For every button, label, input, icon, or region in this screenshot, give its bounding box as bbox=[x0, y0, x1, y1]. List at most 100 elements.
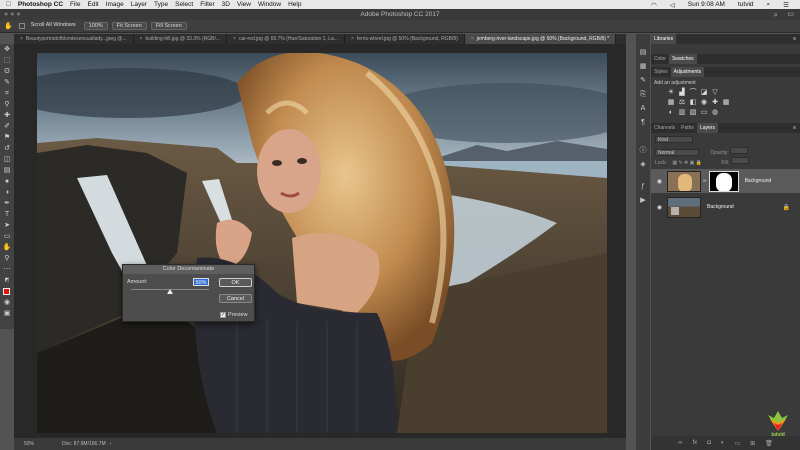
curves-icon[interactable]: ⌒ bbox=[689, 89, 697, 97]
tab-channels[interactable]: Channels bbox=[651, 125, 678, 131]
marquee-tool-icon[interactable]: ⬚ bbox=[2, 56, 12, 65]
fill-input[interactable] bbox=[730, 157, 749, 164]
tab-building-hill[interactable]: × building-hill.jpg @ 33.3% (RGB/... bbox=[134, 34, 228, 44]
new-layer-icon[interactable]: ⊞ bbox=[750, 440, 755, 447]
panel-menu-icon[interactable]: ≡ bbox=[793, 36, 796, 42]
scroll-all-windows-button[interactable]: Scroll All Windows bbox=[27, 22, 80, 30]
menu-filter[interactable]: Filter bbox=[200, 1, 214, 8]
menu-type[interactable]: Type bbox=[154, 1, 168, 8]
eye-icon[interactable]: ◉ bbox=[655, 178, 664, 185]
search-icon[interactable]: ⌕ bbox=[774, 9, 778, 20]
eraser-tool-icon[interactable]: ◫ bbox=[2, 155, 12, 164]
amount-input[interactable]: 50% bbox=[193, 278, 209, 286]
zoom-tool-icon[interactable]: ⚲ bbox=[2, 254, 12, 263]
quick-mask-icon[interactable]: ◉ bbox=[2, 298, 12, 307]
panel-menu-icon[interactable]: ≡ bbox=[793, 125, 796, 131]
spotlight-icon[interactable]: ⌕ bbox=[767, 1, 771, 9]
menu-image[interactable]: Image bbox=[106, 1, 124, 8]
layer-row[interactable]: ◉ ∞ Background bbox=[651, 169, 800, 193]
close-icon[interactable]: × bbox=[351, 34, 354, 44]
close-icon[interactable]: × bbox=[20, 34, 23, 44]
tab-car-red[interactable]: × car-red.jpg @ 66.7% (Hue/Saturation 1, … bbox=[227, 34, 345, 44]
selective-color-icon[interactable]: ◍ bbox=[711, 109, 719, 117]
color-lookup-icon[interactable]: ▦ bbox=[722, 99, 730, 107]
amount-slider-thumb[interactable] bbox=[167, 289, 173, 294]
levels-icon[interactable]: ▟ bbox=[678, 89, 686, 97]
menu-select[interactable]: Select bbox=[175, 1, 193, 8]
foreground-color-swatch[interactable] bbox=[2, 287, 12, 296]
eyedropper-tool-icon[interactable]: ⚲ bbox=[2, 100, 12, 109]
history-panel-icon[interactable]: ▤ bbox=[638, 48, 648, 57]
clone-stamp-tool-icon[interactable]: ⚑ bbox=[2, 133, 12, 142]
photo-filter-icon[interactable]: ◉ bbox=[700, 99, 708, 107]
black-white-icon[interactable]: ◧ bbox=[689, 99, 697, 107]
navigator-panel-icon[interactable]: ◈ bbox=[638, 160, 648, 169]
tab-libraries[interactable]: Libraries bbox=[651, 34, 677, 44]
menu-3d[interactable]: 3D bbox=[222, 1, 230, 8]
zoom-100-button[interactable]: 100% bbox=[83, 22, 108, 30]
ok-button[interactable]: OK bbox=[219, 278, 252, 287]
posterize-icon[interactable]: ▥ bbox=[678, 109, 686, 117]
doc-size[interactable]: Doc: 87.9M/166.7M bbox=[62, 441, 106, 447]
move-tool-icon[interactable]: ✥ bbox=[2, 45, 12, 54]
menu-list-icon[interactable]: ☰ bbox=[783, 1, 789, 9]
brightness-contrast-icon[interactable]: ☀ bbox=[667, 89, 675, 97]
healing-brush-tool-icon[interactable]: ✚ bbox=[2, 111, 12, 120]
menu-window[interactable]: Window bbox=[258, 1, 281, 8]
tab-adjustments[interactable]: Adjustments bbox=[670, 67, 705, 77]
user-name[interactable]: tutvid bbox=[738, 1, 754, 8]
fx-icon[interactable]: fx bbox=[693, 440, 698, 446]
tab-styles[interactable]: Styles bbox=[651, 69, 671, 75]
tab-color[interactable]: Color bbox=[651, 56, 669, 62]
color-balance-icon[interactable]: ⚖ bbox=[678, 99, 686, 107]
tab-jemberg-river-landscape[interactable]: × jemberg-river-landscape.jpg @ 50% (Back… bbox=[464, 34, 617, 44]
image-canvas[interactable] bbox=[37, 53, 607, 433]
clone-source-icon[interactable]: ⎘ bbox=[638, 90, 648, 99]
dialog-title[interactable]: Color Decontaminate bbox=[123, 265, 254, 274]
add-mask-icon[interactable]: ◘ bbox=[707, 440, 711, 446]
vibrance-icon[interactable]: ▽ bbox=[711, 89, 719, 97]
preview-checkbox[interactable]: ✓ bbox=[220, 312, 226, 318]
blur-tool-icon[interactable]: ● bbox=[2, 177, 12, 186]
threshold-icon[interactable]: ▧ bbox=[689, 109, 697, 117]
brush-panel-icon[interactable]: ✎ bbox=[638, 76, 648, 85]
volume-icon[interactable]: ◁ bbox=[670, 1, 675, 9]
link-icon[interactable]: ∞ bbox=[703, 178, 707, 184]
tab-layers[interactable]: Layers bbox=[696, 123, 718, 133]
close-icon[interactable]: × bbox=[471, 34, 474, 44]
menu-view[interactable]: View bbox=[237, 1, 251, 8]
channel-mixer-icon[interactable]: ✚ bbox=[711, 99, 719, 107]
properties-panel-icon[interactable]: ▦ bbox=[638, 62, 648, 71]
apple-icon[interactable]:  bbox=[6, 1, 11, 8]
status-arrow-icon[interactable]: › bbox=[110, 441, 112, 447]
layer-name[interactable]: Background bbox=[745, 178, 772, 184]
type-tool-icon[interactable]: T bbox=[2, 210, 12, 219]
link-layers-icon[interactable]: ∞ bbox=[678, 440, 682, 446]
app-menu[interactable]: Photoshop CC bbox=[18, 1, 63, 8]
character-panel-icon[interactable]: A bbox=[638, 104, 648, 113]
menu-edit[interactable]: Edit bbox=[88, 1, 99, 8]
tab-beauty-portrait[interactable]: × Beautyportraitofblondesensuallady...jpe… bbox=[14, 34, 134, 44]
exposure-icon[interactable]: ◪ bbox=[700, 89, 708, 97]
fit-screen-button[interactable]: Fit Screen bbox=[111, 22, 147, 30]
actions-panel-icon[interactable]: ▶ bbox=[638, 196, 648, 205]
pen-tool-icon[interactable]: ✒ bbox=[2, 199, 12, 208]
adjustment-layer-icon[interactable]: ◐ bbox=[721, 440, 725, 446]
gradient-tool-icon[interactable]: ▤ bbox=[2, 166, 12, 175]
layer-name[interactable]: Background bbox=[707, 204, 734, 210]
default-colors-icon[interactable]: ◩ bbox=[2, 276, 12, 285]
info-panel-icon[interactable]: ⓘ bbox=[638, 146, 648, 155]
lock-icons[interactable]: ▦ ✎ ✥ ▣ 🔒 bbox=[672, 160, 702, 166]
menu-file[interactable]: File bbox=[70, 1, 80, 8]
gradient-map-icon[interactable]: ▭ bbox=[700, 109, 708, 117]
zoom-level[interactable]: 50% bbox=[24, 441, 34, 447]
hand-tool-icon[interactable]: ✋ bbox=[2, 243, 12, 252]
layer-kind-select[interactable]: Kind bbox=[655, 136, 693, 143]
tab-ferris-wheel[interactable]: × ferris-wheel.jpg @ 50% (Background, RGB… bbox=[345, 34, 465, 44]
brush-tool-icon[interactable]: ✐ bbox=[2, 122, 12, 131]
menu-layer[interactable]: Layer bbox=[131, 1, 147, 8]
menu-help[interactable]: Help bbox=[288, 1, 301, 8]
paragraph-panel-icon[interactable]: ¶ bbox=[638, 118, 648, 127]
dodge-tool-icon[interactable]: ◑ bbox=[2, 188, 12, 197]
hand-tool-icon[interactable]: ✋ bbox=[4, 22, 13, 30]
